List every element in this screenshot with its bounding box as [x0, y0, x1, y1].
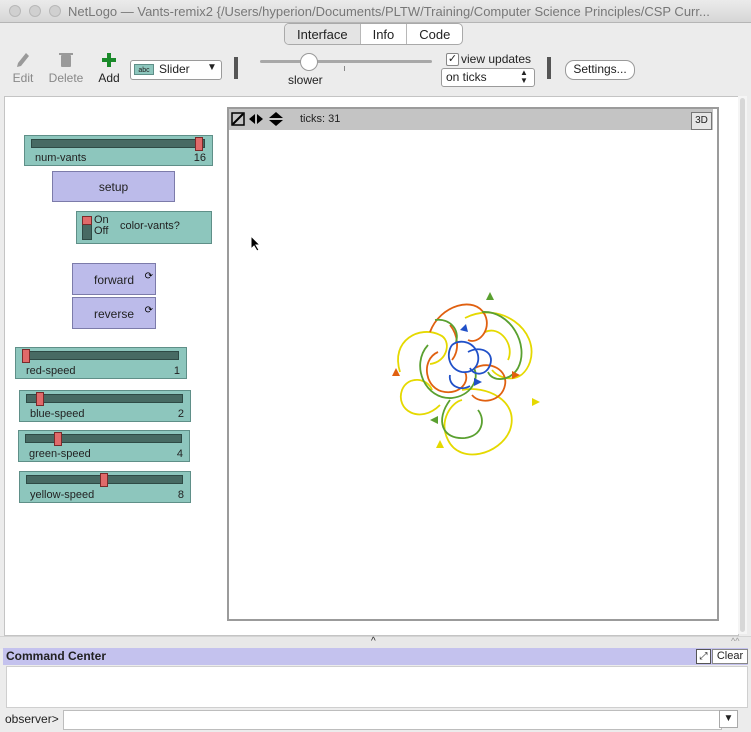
chevron-down-icon: ▼	[207, 62, 217, 73]
minimize-window-button[interactable]	[29, 5, 41, 17]
slider-label: green-speed	[29, 448, 91, 460]
slider-value: 2	[177, 408, 184, 420]
num-vants-slider[interactable]: num-vants 16	[24, 135, 213, 166]
update-mode-value: on ticks	[446, 70, 487, 84]
forever-icon: ⟳	[144, 271, 153, 282]
slider-track	[25, 434, 182, 443]
switch-handle[interactable]	[82, 216, 92, 225]
plus-icon	[102, 53, 116, 67]
add-label: Add	[98, 71, 120, 85]
color-vants-switch[interactable]: On Off color-vants?	[76, 211, 212, 244]
slider-track	[22, 351, 179, 360]
caret-up-icon: ^	[371, 636, 376, 647]
speed-slider-track[interactable]	[260, 60, 432, 63]
view-edit-icon[interactable]	[231, 112, 245, 126]
toolbar-separator	[234, 57, 238, 79]
trash-icon	[59, 53, 73, 67]
reverse-label: reverse	[93, 307, 134, 321]
command-input[interactable]	[63, 710, 722, 730]
clear-button[interactable]: Clear	[712, 649, 748, 664]
add-tool[interactable]: Add	[96, 52, 122, 85]
slider-value: 8	[177, 489, 184, 501]
move-vertical-icon[interactable]	[269, 112, 283, 126]
command-center-output	[6, 666, 748, 708]
slider-handle[interactable]	[195, 137, 203, 151]
delete-label: Delete	[48, 71, 84, 85]
close-window-button[interactable]	[9, 5, 21, 17]
reverse-button[interactable]: reverse ⟳	[72, 297, 156, 329]
speed-slider-thumb[interactable]	[300, 53, 319, 71]
slider-label: blue-speed	[30, 408, 85, 420]
forward-button[interactable]: forward ⟳	[72, 263, 156, 295]
slider-label: red-speed	[26, 365, 76, 377]
mouse-pointer-icon	[250, 235, 262, 252]
speed-slider-tick	[344, 66, 345, 71]
blue-speed-slider[interactable]: blue-speed 2	[19, 390, 191, 422]
forward-label: forward	[93, 273, 134, 287]
slider-handle[interactable]	[36, 392, 45, 406]
tab-interface[interactable]: Interface	[285, 24, 360, 44]
tab-bar: Interface Info Code	[284, 23, 464, 45]
slider-handle[interactable]	[22, 349, 30, 363]
command-center-title: Command Center	[6, 649, 107, 663]
ticks-counter: ticks: 31	[300, 113, 341, 125]
view-updates-label: view updates	[461, 52, 532, 66]
vertical-scrollbar-thumb[interactable]	[740, 98, 745, 632]
slider-value: 16	[193, 152, 206, 164]
command-center-header	[3, 648, 748, 665]
speed-label: slower	[288, 73, 323, 87]
observer-label[interactable]: observer>	[5, 712, 59, 726]
update-mode-select[interactable]: on ticks ▲ ▼	[441, 68, 535, 87]
slider-value: 4	[176, 448, 183, 460]
move-horizontal-icon[interactable]	[249, 114, 263, 124]
slider-handle[interactable]	[99, 473, 108, 487]
toolbar-separator	[547, 57, 551, 79]
pencil-icon	[17, 53, 29, 67]
settings-button[interactable]: Settings...	[565, 60, 635, 80]
tab-info[interactable]: Info	[359, 24, 407, 44]
updown-arrows-icon: ▲ ▼	[520, 68, 528, 85]
setup-button[interactable]: setup	[52, 171, 175, 202]
tab-code[interactable]: Code	[406, 24, 462, 44]
caret-up-icon: ^^	[731, 636, 740, 646]
view-updates-checkbox[interactable]: ✓	[446, 53, 459, 66]
green-speed-slider[interactable]: green-speed 4	[18, 430, 190, 462]
view-controls	[231, 112, 283, 126]
slider-label: yellow-speed	[30, 489, 95, 501]
slider-track	[31, 139, 205, 148]
forever-icon: ⟳	[144, 305, 153, 316]
chevron-down-icon[interactable]: ▼	[719, 710, 738, 728]
slider-label: num-vants	[35, 152, 87, 164]
switch-off-label: Off	[94, 225, 109, 237]
switch-label: color-vants?	[120, 220, 180, 232]
widget-type-label: Slider	[159, 62, 190, 76]
widget-type-select[interactable]: abc Slider ▼	[130, 60, 222, 80]
yellow-speed-slider[interactable]: yellow-speed 8	[19, 471, 191, 503]
3d-view-button[interactable]: 3D	[691, 112, 712, 130]
edit-tool[interactable]: Edit	[10, 52, 36, 85]
slider-value: 1	[173, 365, 180, 377]
window-title: NetLogo — Vants-remix2 {/Users/hyperion/…	[68, 4, 710, 19]
zoom-window-button[interactable]	[49, 5, 61, 17]
edit-label: Edit	[12, 71, 34, 85]
slider-track	[26, 394, 183, 403]
expand-icon[interactable]: ⤢	[696, 649, 711, 664]
slider-handle[interactable]	[54, 432, 63, 446]
vant-trails	[392, 292, 540, 456]
red-speed-slider[interactable]: red-speed 1	[15, 347, 187, 379]
slider-widget-icon: abc	[134, 64, 154, 75]
delete-tool[interactable]: Delete	[48, 52, 84, 85]
